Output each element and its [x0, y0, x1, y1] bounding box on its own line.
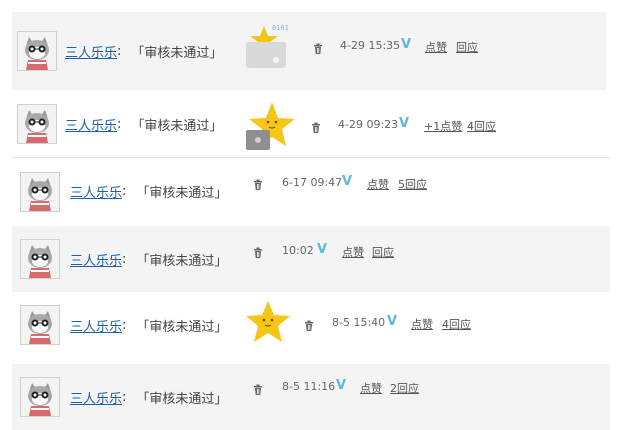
cat-avatar-icon	[18, 105, 56, 143]
like-link[interactable]: 点赞	[360, 380, 382, 396]
status-text: 「审核未通过」	[136, 391, 228, 407]
comment-row: 三人乐乐 : 「审核未通过」	[12, 226, 610, 292]
like-link[interactable]: 点赞	[411, 316, 433, 332]
star-sticker	[246, 300, 292, 346]
status-text: 「审核未通过」	[131, 45, 223, 61]
colon: :	[117, 43, 122, 59]
reply-link[interactable]: 4回应	[442, 316, 471, 332]
delete-icon[interactable]	[252, 381, 264, 395]
username-link[interactable]: 三人乐乐	[65, 115, 117, 134]
timestamp: 8-5 11:16	[282, 380, 336, 393]
comment-row: 三人乐乐 : 「审核未通过」	[12, 90, 606, 158]
timestamp: 4-29 15:35	[340, 39, 401, 52]
cat-avatar-icon	[18, 32, 56, 70]
verified-icon: V	[317, 242, 328, 257]
verified-icon: V	[387, 314, 398, 329]
username-link[interactable]: 三人乐乐	[70, 388, 122, 407]
username-link[interactable]: 三人乐乐	[65, 42, 117, 61]
star-with-laptop-sticker	[244, 100, 298, 152]
reply-link[interactable]: 2回应	[390, 380, 419, 396]
comment-row: 三人乐乐 : 「审核未通过」	[12, 157, 610, 225]
verified-icon: V	[342, 174, 353, 189]
cat-avatar-icon	[21, 306, 59, 344]
username-link[interactable]: 三人乐乐	[70, 316, 122, 335]
username-link[interactable]: 三人乐乐	[70, 250, 122, 269]
username-link[interactable]: 三人乐乐	[70, 182, 122, 201]
avatar[interactable]	[20, 171, 60, 212]
svg-text:0101: 0101	[272, 24, 289, 32]
status-text: 「审核未通过」	[136, 319, 228, 335]
comment-row: 三人乐乐 : 「审核未通过」	[12, 12, 606, 90]
delete-icon[interactable]	[252, 176, 264, 190]
laptop-star-sticker: 0101	[244, 22, 294, 70]
colon: :	[122, 389, 127, 405]
comment-row: 三人乐乐 : 「审核未通过」	[12, 364, 610, 430]
verified-icon: V	[401, 37, 412, 52]
colon: :	[117, 116, 122, 132]
avatar[interactable]	[20, 305, 60, 345]
cat-avatar-icon	[21, 172, 59, 211]
status-text: 「审核未通过」	[136, 186, 228, 201]
like-link[interactable]: 点赞	[425, 39, 447, 55]
timestamp: 4-29 09:23	[338, 118, 399, 131]
reply-link[interactable]: 回应	[372, 244, 394, 260]
timestamp: 6-17 09:47	[282, 176, 343, 189]
cat-avatar-icon	[21, 378, 59, 416]
delete-icon[interactable]	[252, 244, 264, 258]
avatar[interactable]	[17, 104, 57, 144]
verified-icon: V	[336, 378, 347, 393]
delete-icon[interactable]	[303, 317, 315, 331]
cat-avatar-icon	[21, 240, 59, 278]
status-text: 「审核未通过」	[131, 118, 223, 134]
reply-link[interactable]: 4回应	[467, 118, 496, 134]
avatar[interactable]	[17, 31, 57, 71]
verified-icon: V	[399, 116, 410, 131]
delete-icon[interactable]	[312, 40, 324, 54]
colon: :	[122, 184, 127, 199]
delete-icon[interactable]	[310, 119, 322, 133]
timestamp: 10:02	[282, 244, 314, 257]
like-link[interactable]: 点赞	[342, 244, 364, 260]
avatar[interactable]	[20, 377, 60, 417]
colon: :	[122, 317, 127, 333]
reply-link[interactable]: 回应	[456, 39, 478, 55]
like-link[interactable]: 点赞	[367, 176, 389, 192]
reply-link[interactable]: 5回应	[398, 176, 427, 192]
status-text: 「审核未通过」	[136, 253, 228, 269]
colon: :	[122, 251, 127, 267]
avatar[interactable]	[20, 239, 60, 279]
like-link[interactable]: +1点赞	[424, 118, 462, 134]
timestamp: 8-5 15:40	[332, 316, 386, 329]
